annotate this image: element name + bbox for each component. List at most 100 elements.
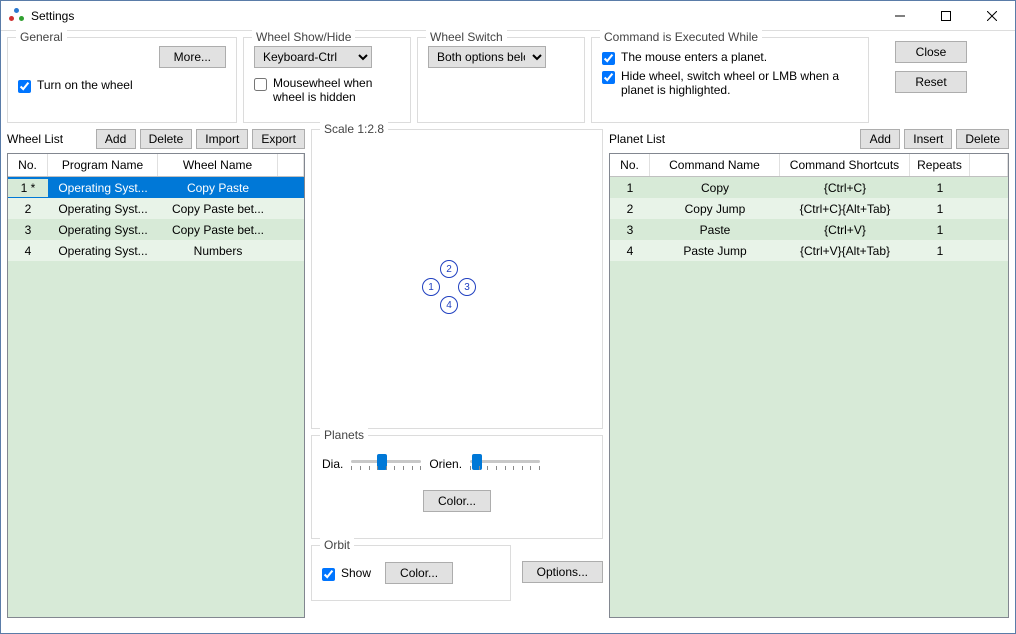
mousewheel-hidden-label: Mousewheel when wheel is hidden (273, 76, 400, 104)
group-exec-title: Command is Executed While (600, 30, 762, 44)
orbit-show-input[interactable] (322, 568, 335, 581)
planet-add-button[interactable]: Add (860, 129, 900, 149)
wheel-add-button[interactable]: Add (96, 129, 136, 149)
wheel-import-button[interactable]: Import (196, 129, 248, 149)
reset-button[interactable]: Reset (895, 71, 967, 93)
wheel-delete-button[interactable]: Delete (140, 129, 193, 149)
preview-node-4[interactable]: 4 (440, 296, 458, 314)
main-row: Wheel List Add Delete Import Export No. … (7, 129, 1009, 618)
planet-list-panel: Planet List Add Insert Delete No. Comman… (609, 129, 1009, 618)
cell-short: {Ctrl+C} (780, 179, 910, 197)
cell-short: {Ctrl+V} (780, 221, 910, 239)
switch-select[interactable]: Both options below (428, 46, 546, 68)
cell-no: 3 (610, 221, 650, 239)
window-title: Settings (31, 9, 877, 23)
planet-list-grid[interactable]: No. Command Name Command Shortcuts Repea… (609, 153, 1009, 618)
scale-group: Scale 1:2.8 1 2 3 4 (311, 129, 603, 429)
planets-group: Planets Dia. Orien. (311, 435, 603, 539)
planet-delete-button[interactable]: Delete (956, 129, 1009, 149)
app-icon (9, 8, 25, 24)
planet-col-cmd[interactable]: Command Name (650, 154, 780, 176)
table-row[interactable]: 3Operating Syst...Copy Paste bet... (8, 219, 304, 240)
planet-grid-body: 1Copy{Ctrl+C}12Copy Jump{Ctrl+C}{Alt+Tab… (610, 177, 1008, 261)
cell-rep: 1 (910, 200, 970, 218)
mousewheel-hidden-checkbox[interactable]: Mousewheel when wheel is hidden (254, 76, 400, 104)
planet-col-no[interactable]: No. (610, 154, 650, 176)
content-area: General More... Turn on the wheel Wheel … (1, 31, 1015, 633)
cell-wheel: Copy Paste bet... (158, 200, 278, 218)
mousewheel-hidden-input[interactable] (254, 78, 267, 91)
wheel-list-grid[interactable]: No. Program Name Wheel Name 1 *Operating… (7, 153, 305, 618)
showhide-select[interactable]: Keyboard-Ctrl (254, 46, 372, 68)
table-row[interactable]: 3Paste{Ctrl+V}1 (610, 219, 1008, 240)
cell-short: {Ctrl+V}{Alt+Tab} (780, 242, 910, 260)
cell-no: 3 (8, 221, 48, 239)
exec-hide-wheel-input[interactable] (602, 71, 615, 84)
wheel-list-header: Wheel List Add Delete Import Export (7, 129, 305, 149)
planet-list-header: Planet List Add Insert Delete (609, 129, 1009, 149)
group-showhide: Wheel Show/Hide Keyboard-Ctrl Mousewheel… (243, 37, 411, 123)
minimize-button[interactable] (877, 1, 923, 30)
exec-mouse-enters-input[interactable] (602, 52, 615, 65)
wheel-col-wheel[interactable]: Wheel Name (158, 154, 278, 176)
exec-mouse-enters-label: The mouse enters a planet. (621, 50, 767, 64)
wheel-col-no[interactable]: No. (8, 154, 48, 176)
window-buttons (877, 1, 1015, 30)
preview-node-3[interactable]: 3 (458, 278, 476, 296)
group-showhide-title: Wheel Show/Hide (252, 30, 355, 44)
wheel-export-button[interactable]: Export (252, 129, 305, 149)
close-window-button[interactable] (969, 1, 1015, 30)
wheel-grid-head: No. Program Name Wheel Name (8, 154, 304, 177)
cell-program: Operating Syst... (48, 200, 158, 218)
orbit-title: Orbit (320, 538, 354, 552)
exec-hide-wheel-checkbox[interactable]: Hide wheel, switch wheel or LMB when a p… (602, 69, 858, 97)
cell-cmd: Paste Jump (650, 242, 780, 260)
maximize-button[interactable] (923, 1, 969, 30)
more-button[interactable]: More... (159, 46, 226, 68)
cell-wheel: Copy Paste bet... (158, 221, 278, 239)
cell-no: 1 (610, 179, 650, 197)
orbit-show-checkbox[interactable]: Show (322, 566, 371, 581)
orbit-show-label: Show (341, 566, 371, 580)
wheel-col-spacer (278, 154, 304, 176)
dia-slider[interactable] (351, 452, 421, 476)
group-general: General More... Turn on the wheel (7, 37, 237, 123)
planet-insert-button[interactable]: Insert (904, 129, 952, 149)
orien-slider[interactable] (470, 452, 540, 476)
side-buttons: Close Reset (875, 37, 967, 123)
cell-no: 1 * (8, 179, 48, 197)
orbit-color-button[interactable]: Color... (385, 562, 453, 584)
planet-col-short[interactable]: Command Shortcuts (780, 154, 910, 176)
cell-program: Operating Syst... (48, 179, 158, 197)
cell-short: {Ctrl+C}{Alt+Tab} (780, 200, 910, 218)
planet-col-rep[interactable]: Repeats (910, 154, 970, 176)
planets-color-button[interactable]: Color... (423, 490, 491, 512)
exec-mouse-enters-checkbox[interactable]: The mouse enters a planet. (602, 50, 858, 65)
table-row[interactable]: 4Operating Syst...Numbers (8, 240, 304, 261)
group-general-title: General (16, 30, 67, 44)
cell-wheel: Numbers (158, 242, 278, 260)
table-row[interactable]: 4Paste Jump{Ctrl+V}{Alt+Tab}1 (610, 240, 1008, 261)
table-row[interactable]: 1 *Operating Syst...Copy Paste (8, 177, 304, 198)
close-button[interactable]: Close (895, 41, 967, 63)
turn-on-wheel-checkbox[interactable]: Turn on the wheel (18, 78, 226, 93)
preview-node-1[interactable]: 1 (422, 278, 440, 296)
titlebar: Settings (1, 1, 1015, 31)
wheel-grid-body: 1 *Operating Syst...Copy Paste2Operating… (8, 177, 304, 261)
turn-on-wheel-input[interactable] (18, 80, 31, 93)
cell-wheel: Copy Paste (158, 179, 278, 197)
wheel-list-panel: Wheel List Add Delete Import Export No. … (7, 129, 305, 618)
preview-node-2[interactable]: 2 (440, 260, 458, 278)
planet-grid-head: No. Command Name Command Shortcuts Repea… (610, 154, 1008, 177)
table-row[interactable]: 1Copy{Ctrl+C}1 (610, 177, 1008, 198)
cell-cmd: Copy (650, 179, 780, 197)
cell-no: 2 (8, 200, 48, 218)
dia-label: Dia. (322, 457, 343, 471)
exec-hide-wheel-label: Hide wheel, switch wheel or LMB when a p… (621, 69, 858, 97)
table-row[interactable]: 2Operating Syst...Copy Paste bet... (8, 198, 304, 219)
table-row[interactable]: 2Copy Jump{Ctrl+C}{Alt+Tab}1 (610, 198, 1008, 219)
wheel-col-program[interactable]: Program Name (48, 154, 158, 176)
options-button[interactable]: Options... (522, 561, 603, 583)
group-switch: Wheel Switch Both options below (417, 37, 585, 123)
cell-rep: 1 (910, 242, 970, 260)
